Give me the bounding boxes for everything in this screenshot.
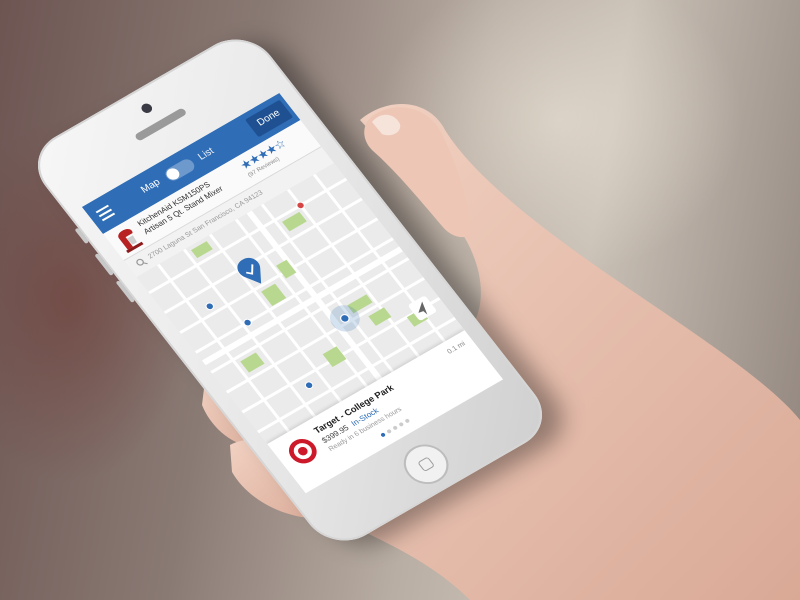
earpiece-speaker (133, 107, 188, 142)
view-switch[interactable] (162, 156, 198, 184)
front-camera (139, 101, 155, 115)
photo-scene: Map List Done KitchenAid KSM150PS Artisa… (0, 0, 800, 600)
pager-dot[interactable] (398, 421, 405, 427)
map-view-label[interactable]: Map (139, 177, 163, 195)
list-view-label[interactable]: List (196, 146, 216, 163)
pager-dot[interactable] (392, 425, 399, 431)
search-icon (136, 258, 148, 266)
pager-dot[interactable] (404, 418, 411, 424)
target-logo-icon (288, 438, 317, 464)
pager-dot[interactable] (380, 432, 387, 438)
store-distance: 0.1 mi (446, 340, 467, 356)
pager-dot[interactable] (386, 428, 393, 434)
menu-icon[interactable] (95, 204, 116, 222)
home-button[interactable] (394, 437, 458, 492)
switch-knob (164, 166, 182, 182)
